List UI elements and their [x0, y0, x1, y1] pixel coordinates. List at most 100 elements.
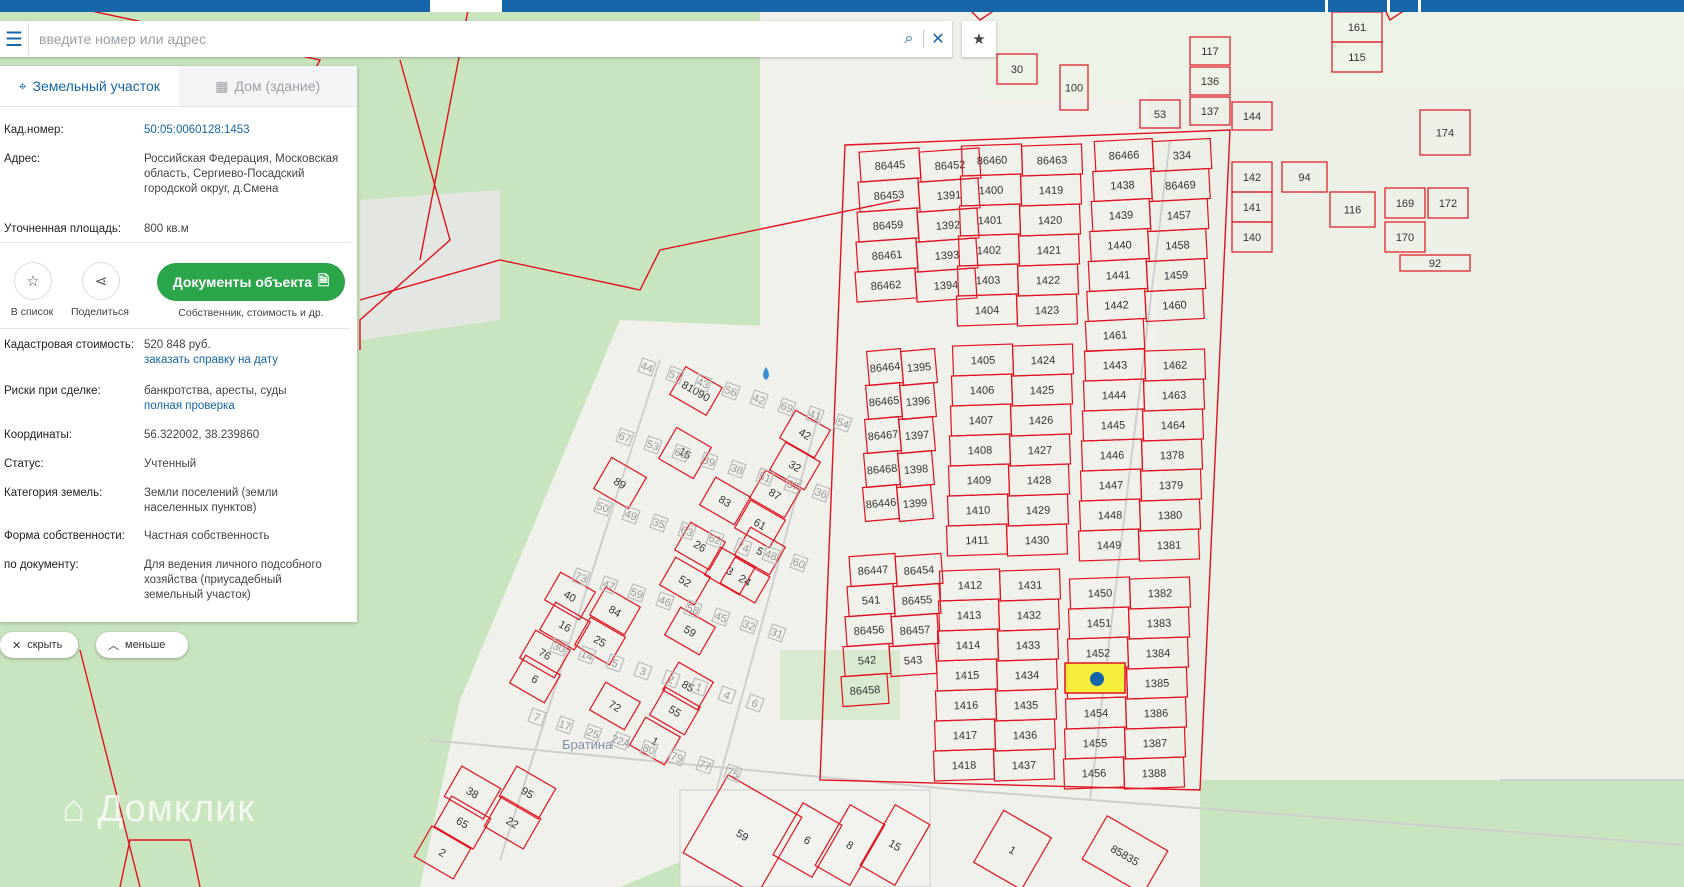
land-category-value: Земли поселений (земли населенных пункто… — [144, 487, 278, 514]
parcel-number: 92 — [1429, 258, 1441, 270]
parcel-number: 1464 — [1161, 420, 1186, 433]
parcel-number: 1423 — [1035, 305, 1060, 318]
parcel-number: 1397 — [904, 429, 929, 443]
parcel-number: 140 — [1243, 232, 1261, 244]
parcel-number: 86466 — [1108, 149, 1139, 163]
parcel-number: 174 — [1436, 128, 1454, 140]
parcel-number: 1452 — [1086, 648, 1111, 661]
parcel-number: 1436 — [1013, 730, 1038, 743]
parcel-number: 1412 — [958, 580, 983, 593]
cadastral-cost-label: Кадастровая стоимость: — [4, 339, 135, 351]
favorites-star-icon[interactable]: ★ — [962, 21, 996, 57]
parcel-number: 1442 — [1104, 299, 1129, 312]
search-icon[interactable]: ⌕ — [895, 21, 923, 57]
parcel-number: 1411 — [965, 535, 989, 548]
cad-number-link[interactable]: 50:05:0060128:1453 — [144, 124, 250, 136]
share-label: Поделиться — [71, 306, 129, 318]
status-label: Статус: — [4, 458, 44, 470]
share-icon: ⋖ — [94, 273, 108, 290]
parcel-number: 1446 — [1100, 450, 1125, 463]
parcel-number: 1447 — [1099, 480, 1124, 493]
parcel-number: 86463 — [1037, 154, 1068, 167]
add-to-list-button[interactable]: ☆ — [14, 262, 52, 300]
parcel-number: 1381 — [1157, 540, 1182, 553]
land-category-label: Категория земель: — [4, 487, 103, 499]
parcel-number: 1463 — [1162, 390, 1187, 403]
parcel-number: 115 — [1348, 52, 1366, 64]
parcel-number: 30 — [1011, 64, 1023, 76]
parcel-number: 86460 — [977, 154, 1008, 167]
parcel-number: 1401 — [978, 215, 1003, 228]
parcel-number: 1426 — [1029, 415, 1054, 428]
parcel-number: 1435 — [1014, 700, 1039, 713]
hide-panel-label: скрыть — [27, 639, 63, 651]
parcel-number: 1418 — [952, 760, 977, 773]
parcel-number: 1394 — [933, 279, 958, 293]
close-icon: ✕ — [12, 639, 22, 652]
top-nav-active-tab[interactable] — [430, 0, 502, 12]
parcel-number: 53 — [1154, 109, 1166, 121]
divider — [0, 242, 350, 243]
parcel-number: 1451 — [1087, 618, 1112, 631]
parcel-number: 94 — [1298, 172, 1310, 184]
coordinates-label: Координаты: — [4, 429, 72, 441]
parcel-number: 1398 — [903, 463, 928, 477]
object-documents-button[interactable]: Документы объекта 🗎 — [157, 263, 345, 301]
parcel-number: 1378 — [1160, 450, 1185, 463]
parcel-number: 1403 — [976, 275, 1001, 288]
cad-number-value[interactable]: 50:05:0060128:1453 — [144, 123, 344, 138]
parcel-number: 86456 — [853, 624, 884, 638]
risks-text: банкротства, аресты, суды — [144, 385, 287, 397]
parcel-number: 1405 — [971, 355, 996, 368]
parcel-number: 1444 — [1102, 390, 1127, 403]
collapse-panel-button[interactable]: ︿ меньше — [96, 632, 188, 658]
parcel-number: 117 — [1201, 46, 1219, 58]
parcel-number: 86445 — [874, 159, 905, 173]
parcel-number: 1450 — [1088, 588, 1113, 601]
parcel-number: 1395 — [906, 361, 931, 375]
parcel-number: 1400 — [979, 185, 1004, 198]
status-value: Учтенный — [144, 458, 197, 470]
parcel-number: 1386 — [1144, 708, 1169, 721]
parcel-number: 1380 — [1158, 510, 1183, 523]
document-use-value: Для ведения личного подсобного хозяйства… — [144, 559, 322, 601]
parcel-number: 1416 — [954, 700, 979, 713]
parcel-info-panel: ⌖ Земельный участок ▦ Дом (здание) Кад.н… — [0, 66, 357, 622]
top-navigation-bar — [0, 0, 1684, 12]
parcel-number: 1419 — [1039, 185, 1064, 198]
parcel-number: 137 — [1201, 106, 1219, 118]
hide-panel-button[interactable]: ✕ скрыть — [0, 632, 78, 658]
ownership-value: Частная собственность — [144, 530, 270, 542]
parcel-number: 86461 — [871, 249, 902, 263]
parcel-number: 1425 — [1030, 385, 1055, 398]
clear-icon[interactable]: ✕ — [924, 21, 952, 57]
tab-building-label: Дом (здание) — [234, 78, 321, 94]
cadastral-cost-amount: 520 848 руб. — [144, 339, 211, 351]
tab-land-plot[interactable]: ⌖ Земельный участок — [0, 66, 179, 106]
parcel-number: 1431 — [1018, 580, 1043, 593]
menu-icon[interactable]: ☰ — [0, 21, 28, 57]
parcel-number: 86462 — [870, 279, 901, 293]
parcel-number: 1445 — [1101, 420, 1126, 433]
parcel-number: 1430 — [1025, 535, 1050, 548]
search-input[interactable] — [28, 23, 895, 55]
parcel-number: 161 — [1348, 22, 1366, 34]
area-value: 800 кв.м — [144, 223, 189, 235]
full-check-link[interactable]: полная проверка — [144, 399, 344, 414]
parcel-number: 1413 — [957, 610, 982, 623]
tab-building[interactable]: ▦ Дом (здание) — [178, 66, 357, 106]
parcel-number: 1456 — [1082, 768, 1107, 781]
parcel-number: 86447 — [857, 564, 888, 578]
object-documents-label: Документы объекта — [172, 274, 312, 290]
share-button[interactable]: ⋖ — [82, 262, 120, 300]
tab-land-plot-label: Земельный участок — [32, 78, 160, 94]
order-certificate-link[interactable]: заказать справку на дату — [144, 353, 344, 368]
parcel-number: 141 — [1243, 202, 1261, 214]
chevron-up-icon: ︿ — [108, 640, 119, 652]
parcel-number: 1460 — [1162, 299, 1187, 312]
selected-parcel-marker[interactable] — [1090, 672, 1104, 686]
parcel-number: 86452 — [934, 159, 965, 173]
parcel-number: 1384 — [1146, 648, 1171, 661]
risks-value: банкротства, аресты, суды полная проверк… — [144, 384, 344, 414]
parcel-number: 1437 — [1012, 760, 1037, 773]
